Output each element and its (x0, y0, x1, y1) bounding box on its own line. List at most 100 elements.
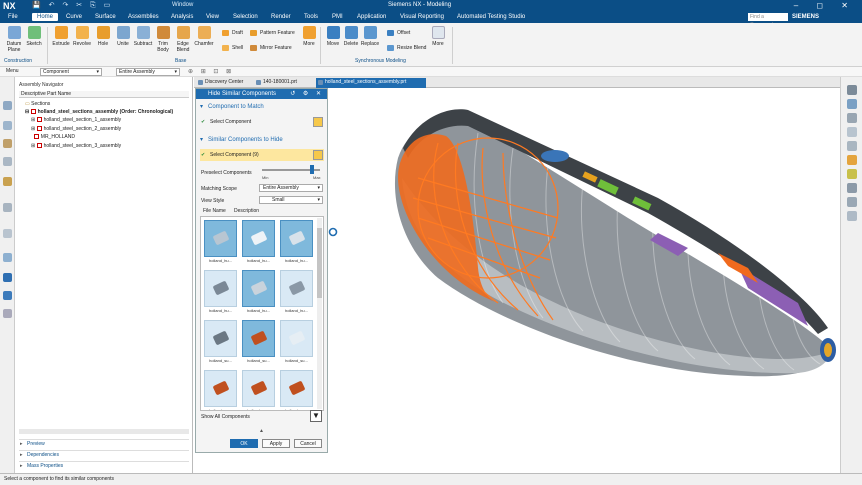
pattern-feature-button[interactable]: Pattern Feature (250, 29, 295, 37)
tree-row[interactable]: ⊟ holland_steel_sections_assembly (Order… (25, 108, 173, 116)
select-component-row[interactable]: ✔ Select Component (200, 116, 324, 128)
menu-tools[interactable]: Tools (304, 14, 318, 20)
menu-file[interactable]: File (8, 14, 18, 20)
palette-icon[interactable] (3, 309, 12, 318)
show-all-toggle[interactable]: ▼ (310, 410, 322, 422)
component-thumbnail[interactable]: holland_hu... (280, 220, 313, 267)
component-thumbnail[interactable]: holland_hu... (204, 270, 237, 317)
tree-row[interactable]: ▭ Sections (25, 100, 50, 108)
menu-view[interactable]: View (206, 14, 219, 20)
roles-icon[interactable] (3, 273, 12, 282)
menu-pmi[interactable]: PMI (332, 14, 343, 20)
menu-render[interactable]: Render (271, 14, 291, 20)
dependencies-section[interactable]: Dependencies (19, 450, 189, 460)
menu-analysis[interactable]: Analysis (171, 14, 193, 20)
tab-holland-assembly[interactable]: holland_steel_sections_assembly.prt (316, 78, 426, 88)
hole-button[interactable]: Hole (92, 26, 114, 47)
column-header[interactable]: Descriptive Part Name (19, 91, 189, 98)
component-thumbnail[interactable]: holland_su... (204, 370, 237, 410)
component-to-match-section[interactable]: Component to Match (200, 102, 264, 112)
extrude-button[interactable]: Extrude (50, 26, 72, 47)
collapse-arrow-icon[interactable]: ▲ (259, 428, 264, 434)
ship-hull-model[interactable] (328, 88, 840, 473)
sync-more-button[interactable]: More (427, 26, 449, 47)
resize-blend-button[interactable]: Resize Blend (387, 44, 426, 52)
component-thumbnail[interactable]: holland_hu... (280, 270, 313, 317)
tab-description[interactable]: Description (234, 208, 259, 214)
tree-row[interactable]: ⊞ holland_steel_section_1_assembly (31, 116, 121, 124)
menu-curve[interactable]: Curve (66, 14, 82, 20)
replace-button[interactable]: Replace (359, 26, 381, 47)
dialog-controls[interactable]: ↺ ⚙ ✕ (290, 89, 324, 99)
system-materials-icon[interactable] (3, 203, 12, 212)
component-thumbnail[interactable]: holland_su... (204, 320, 237, 367)
model-icon[interactable] (847, 155, 857, 165)
reuse-library-icon[interactable] (3, 157, 12, 166)
scope-dropdown[interactable]: Entire Assembly (116, 68, 180, 76)
tab-discovery-center[interactable]: Discovery Center (196, 78, 252, 88)
sketch-button[interactable]: Sketch (23, 26, 45, 47)
snap-icons[interactable]: ⊕ ⊞ ⊡ ⊠ (188, 68, 234, 75)
cancel-button[interactable]: Cancel (294, 439, 322, 448)
chamfer-button[interactable]: Chamfer (193, 26, 215, 47)
part-navigator-icon[interactable] (3, 139, 12, 148)
visibility-checkbox[interactable] (36, 126, 42, 132)
component-thumbnail[interactable]: holland_su... (242, 370, 275, 410)
component-thumbnail[interactable]: holland_hu... (204, 220, 237, 267)
history-icon[interactable] (3, 177, 12, 186)
lock-icon[interactable] (847, 183, 857, 193)
clock-icon[interactable] (3, 253, 12, 262)
view-style-dropdown[interactable]: Small (259, 196, 323, 204)
quick-access-icons[interactable]: 💾 ↶ ↷ ✂ ⎘ ▭ (32, 1, 113, 10)
revolve-button[interactable]: Revolve (71, 26, 93, 47)
render-style-icon[interactable] (847, 113, 857, 123)
edge-blend-button[interactable]: Edge Blend (172, 26, 194, 53)
menu-application[interactable]: Application (357, 14, 386, 20)
draft-button[interactable]: Draft (222, 29, 243, 37)
component-thumbnail[interactable]: holland_su... (280, 320, 313, 367)
shell-button[interactable]: Shell (222, 44, 243, 52)
datum-plane-button[interactable]: Datum Plane (3, 26, 25, 53)
tree-row[interactable]: ⊞ holland_steel_section_3_assembly (31, 142, 121, 150)
trim-body-button[interactable]: Trim Body (152, 26, 174, 53)
knowledge-icon[interactable] (3, 291, 12, 300)
grid-scrollbar[interactable] (317, 218, 322, 409)
menu-automated-testing-studio[interactable]: Automated Testing Studio (457, 14, 525, 20)
offset-button[interactable]: Offset (387, 29, 410, 37)
component-thumbnail[interactable]: holland_su... (280, 370, 313, 410)
window-controls[interactable]: – ◻ ✕ (794, 1, 856, 10)
menu-assemblies[interactable]: Assemblies (128, 14, 159, 20)
menu-surface[interactable]: Surface (95, 14, 116, 20)
menu-selection[interactable]: Selection (233, 14, 258, 20)
preview-section[interactable]: Preview (19, 439, 189, 449)
window-menu[interactable]: Window (172, 2, 193, 8)
assembly-navigator-icon[interactable] (3, 101, 12, 110)
clipping-icon[interactable] (847, 127, 857, 137)
menu-button[interactable]: Menu (6, 68, 19, 74)
constraint-navigator-icon[interactable] (3, 121, 12, 130)
selection-filter-icon[interactable] (847, 85, 857, 95)
visibility-checkbox[interactable] (33, 134, 39, 140)
scrollbar-thumb[interactable] (317, 228, 322, 298)
camera-icon[interactable] (847, 197, 857, 207)
tab-part-file[interactable]: 140-180001.prt (254, 78, 314, 88)
component-thumbnail[interactable]: holland_hu... (242, 220, 275, 267)
tab-file-name[interactable]: File Name (203, 208, 226, 214)
horizontal-scrollbar[interactable] (19, 429, 189, 434)
apply-button[interactable]: Apply (262, 439, 290, 448)
menu-visual-reporting[interactable]: Visual Reporting (400, 14, 444, 20)
zoom-icon[interactable] (847, 211, 857, 221)
mass-properties-section[interactable]: Mass Properties (19, 461, 189, 471)
tree-row[interactable]: ⊞ holland_steel_section_2_assembly (31, 125, 121, 133)
visibility-checkbox[interactable] (30, 109, 36, 115)
select-component-picker[interactable] (313, 117, 323, 127)
tree-row[interactable]: MR_HOLLAND (31, 133, 75, 141)
matching-scope-dropdown[interactable]: Entire Assembly (259, 184, 323, 192)
similar-components-section[interactable]: Similar Components to Hide (200, 135, 283, 145)
web-browser-icon[interactable] (3, 229, 12, 238)
component-thumbnail[interactable]: holland_su... (242, 320, 275, 367)
component-thumbnail[interactable]: holland_hu... (242, 270, 275, 317)
mirror-feature-button[interactable]: Mirror Feature (250, 44, 292, 52)
view-orient-icon[interactable] (847, 99, 857, 109)
graphics-window[interactable] (328, 88, 840, 473)
